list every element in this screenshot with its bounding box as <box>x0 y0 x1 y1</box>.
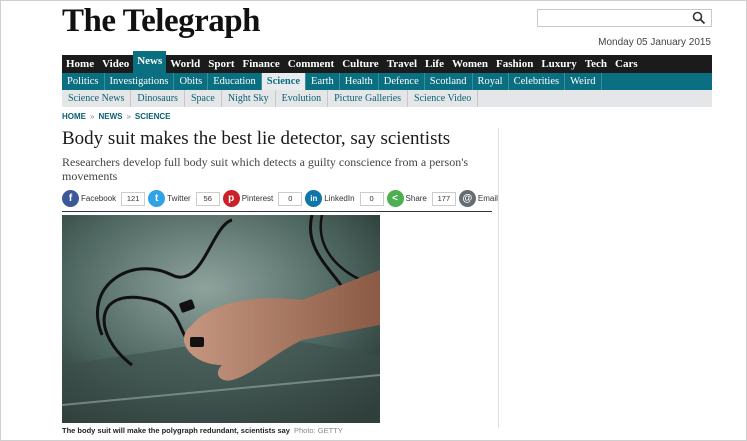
share-divider <box>62 211 492 212</box>
section-item-health[interactable]: Health <box>340 73 379 90</box>
share-count: 177 <box>431 191 456 206</box>
twitter-count: 56 <box>195 191 220 206</box>
nav-item-video[interactable]: Video <box>98 55 133 73</box>
email-label: Email <box>477 194 498 203</box>
section-item-defence[interactable]: Defence <box>379 73 425 90</box>
nav-item-news[interactable]: News <box>133 51 167 73</box>
section-item-politics[interactable]: Politics <box>62 73 105 90</box>
subsection-item-evolution[interactable]: Evolution <box>276 90 329 107</box>
linkedin-count: 0 <box>359 191 384 206</box>
article-headline: Body suit makes the best lie detector, s… <box>62 128 451 149</box>
nav-item-world[interactable]: World <box>166 55 204 73</box>
breadcrumb-news[interactable]: NEWS <box>98 112 122 121</box>
section-item-earth[interactable]: Earth <box>306 73 340 90</box>
linkedin-label: LinkedIn <box>324 194 355 203</box>
site-logo[interactable]: The Telegraph <box>62 3 260 40</box>
nav-item-tech[interactable]: Tech <box>581 55 611 73</box>
column-divider <box>498 128 499 428</box>
article-photo[interactable] <box>62 215 380 423</box>
pinterest-label: Pinterest <box>241 194 274 203</box>
share-bar: f Facebook 121 t Twitter 56 p Pinterest … <box>62 190 501 207</box>
nav-item-finance[interactable]: Finance <box>239 55 284 73</box>
pinterest-count: 0 <box>278 191 303 206</box>
nav-item-fashion[interactable]: Fashion <box>492 55 537 73</box>
caption-text: The body suit will make the polygraph re… <box>62 426 290 435</box>
nav-item-travel[interactable]: Travel <box>383 55 421 73</box>
section-item-investigations[interactable]: Investigations <box>105 73 175 90</box>
pinterest-icon: p <box>222 190 240 207</box>
linkedin-icon: in <box>305 190 323 207</box>
breadcrumb-science[interactable]: SCIENCE <box>135 112 171 121</box>
nav-item-women[interactable]: Women <box>448 55 492 73</box>
email-share-button[interactable]: @ Email <box>458 190 498 207</box>
photo-polygraph-hand <box>62 215 380 423</box>
facebook-count: 121 <box>121 191 146 206</box>
pinterest-share-button[interactable]: p Pinterest 0 <box>222 190 303 207</box>
facebook-share-button[interactable]: f Facebook 121 <box>62 190 146 207</box>
share-icon: < <box>386 190 404 207</box>
subsection-item-science-video[interactable]: Science Video <box>408 90 479 107</box>
nav-item-home[interactable]: Home <box>62 55 98 73</box>
primary-nav: Home Video News World Sport Finance Comment Cul… <box>62 51 712 73</box>
subsection-nav: Science News Dinosaurs Space Night Sky Evolu… <box>62 90 712 107</box>
email-icon: @ <box>458 190 476 207</box>
subsection-item-space[interactable]: Space <box>185 90 222 107</box>
section-nav: Politics Investigations Obits Education Scie… <box>62 73 712 90</box>
search-input[interactable] <box>537 9 712 27</box>
section-item-science[interactable]: Science <box>261 73 307 90</box>
section-item-obits[interactable]: Obits <box>174 73 209 90</box>
twitter-label: Twitter <box>167 194 191 203</box>
subsection-item-science-news[interactable]: Science News <box>62 90 132 107</box>
twitter-share-button[interactable]: t Twitter 56 <box>148 190 220 207</box>
breadcrumb-separator: » <box>90 112 95 121</box>
subsection-item-picture-galleries[interactable]: Picture Galleries <box>328 90 409 107</box>
section-item-weird[interactable]: Weird <box>565 73 602 90</box>
twitter-icon: t <box>148 190 166 207</box>
nav-item-culture[interactable]: Culture <box>338 55 382 73</box>
breadcrumb: HOME » NEWS » SCIENCE <box>62 112 170 121</box>
section-item-celebrities[interactable]: Celebrities <box>509 73 566 90</box>
section-item-education[interactable]: Education <box>208 73 262 90</box>
subsection-item-night-sky[interactable]: Night Sky <box>222 90 276 107</box>
nav-item-luxury[interactable]: Luxury <box>537 55 580 73</box>
facebook-label: Facebook <box>81 194 117 203</box>
section-item-royal[interactable]: Royal <box>473 73 509 90</box>
current-date: Monday 05 January 2015 <box>598 37 711 48</box>
photo-caption: The body suit will make the polygraph re… <box>62 426 343 435</box>
share-label: Share <box>405 194 427 203</box>
facebook-icon: f <box>62 190 79 207</box>
breadcrumb-separator: » <box>126 112 131 121</box>
linkedin-share-button[interactable]: in LinkedIn 0 <box>305 190 384 207</box>
nav-item-comment[interactable]: Comment <box>284 55 338 73</box>
article-standfirst: Researchers develop full body suit which… <box>62 155 469 183</box>
nav-item-life[interactable]: Life <box>421 55 448 73</box>
breadcrumb-home[interactable]: HOME <box>62 112 86 121</box>
photo-credit: Photo: GETTY <box>293 426 343 435</box>
generic-share-button[interactable]: < Share 177 <box>386 190 456 207</box>
nav-item-sport[interactable]: Sport <box>204 55 238 73</box>
nav-item-cars[interactable]: Cars <box>611 55 642 73</box>
section-item-scotland[interactable]: Scotland <box>425 73 473 90</box>
search-icon[interactable] <box>692 11 706 25</box>
subsection-item-dinosaurs[interactable]: Dinosaurs <box>131 90 185 107</box>
